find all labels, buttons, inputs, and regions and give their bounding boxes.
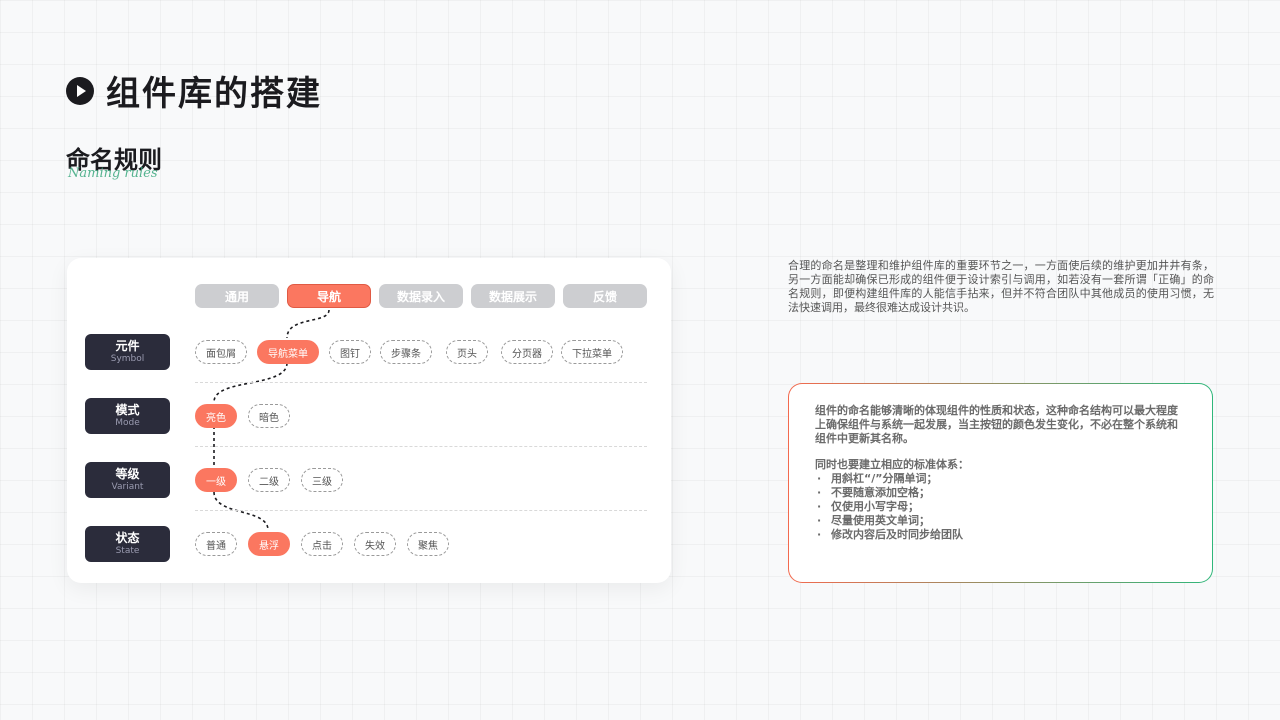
option-pill[interactable]: 二级 (248, 468, 290, 492)
row-label-cn: 模式 (115, 402, 140, 417)
rule-item: 尽量使用英文单词； (815, 514, 1186, 528)
option-pill[interactable]: 分页器 (501, 340, 553, 364)
rules-box: 组件的命名能够清晰的体现组件的性质和状态，这种命名结构可以最大程度上确保组件与系… (788, 383, 1213, 583)
rule-item: 修改内容后及时同步给团队 (815, 528, 1186, 542)
option-pill[interactable]: 下拉菜单 (561, 340, 623, 364)
rules-list-title: 同时也要建立相应的标准体系： (815, 458, 969, 471)
rules-intro: 组件的命名能够清晰的体现组件的性质和状态，这种命名结构可以最大程度上确保组件与系… (815, 404, 1178, 445)
option-pill[interactable]: 一级 (195, 468, 237, 492)
page-title: 组件库的搭建 (106, 74, 322, 114)
rule-item: 仅使用小写字母； (815, 500, 1186, 514)
option-pill[interactable]: 聚焦 (407, 532, 449, 556)
row-label-mode: 模式 Mode (85, 398, 170, 434)
row-label-cn: 等级 (115, 466, 140, 481)
option-pill[interactable]: 图钉 (329, 340, 371, 364)
row-label-variant: 等级 Variant (85, 462, 170, 498)
row-label-symbol: 元件 Symbol (85, 334, 170, 370)
play-icon (66, 76, 94, 105)
naming-diagram-card: 通用 导航 数据录入 数据展示 反馈元件 Symbol 面包屑 导航菜单 图钉 步骤条 页头 分页器下… (67, 258, 671, 583)
option-pill[interactable]: 三级 (301, 468, 343, 492)
option-pill[interactable]: 暗色 (248, 404, 290, 428)
option-pill[interactable]: 亮色 (195, 404, 237, 428)
tab-4[interactable]: 反馈 (563, 284, 647, 308)
option-pill[interactable]: 悬浮 (248, 532, 290, 556)
option-pill[interactable]: 步骤条 (380, 340, 432, 364)
row-label-en: State (115, 545, 140, 556)
tab-3[interactable]: 数据展示 (471, 284, 555, 308)
title-row: 组件库的搭建 (66, 66, 322, 115)
section-subtitle: Naming rules (68, 166, 158, 181)
row-label-state: 状态 State (85, 526, 170, 562)
rule-item: 用斜杠“/”分隔单词； (815, 472, 1186, 486)
rules-list: 用斜杠“/”分隔单词；不要随意添加空格；仅使用小写字母；尽量使用英文单词；修改内… (815, 472, 1186, 542)
row-divider (195, 446, 647, 447)
tab-2[interactable]: 数据录入 (379, 284, 463, 308)
option-pill[interactable]: 点击 (301, 532, 343, 556)
row-divider (195, 510, 647, 511)
rule-item: 不要随意添加空格； (815, 486, 1186, 500)
option-pill[interactable]: 失效 (354, 532, 396, 556)
row-divider (195, 382, 647, 383)
option-pill[interactable]: 面包屑 (195, 340, 247, 364)
option-pill[interactable]: 页头 (446, 340, 488, 364)
row-label-cn: 状态 (115, 530, 140, 545)
row-label-cn: 元件 (115, 338, 140, 353)
row-label-en: Symbol (110, 353, 145, 364)
tab-1[interactable]: 导航 (287, 284, 371, 308)
option-pill[interactable]: 普通 (195, 532, 237, 556)
intro-paragraph: 合理的命名是整理和维护组件库的重要环节之一，一方面使后续的维护更加井井有条，另一… (788, 259, 1214, 314)
tab-0[interactable]: 通用 (195, 284, 279, 308)
row-label-en: Mode (115, 417, 140, 428)
row-label-en: Variant (111, 481, 144, 492)
option-pill[interactable]: 导航菜单 (257, 340, 319, 364)
